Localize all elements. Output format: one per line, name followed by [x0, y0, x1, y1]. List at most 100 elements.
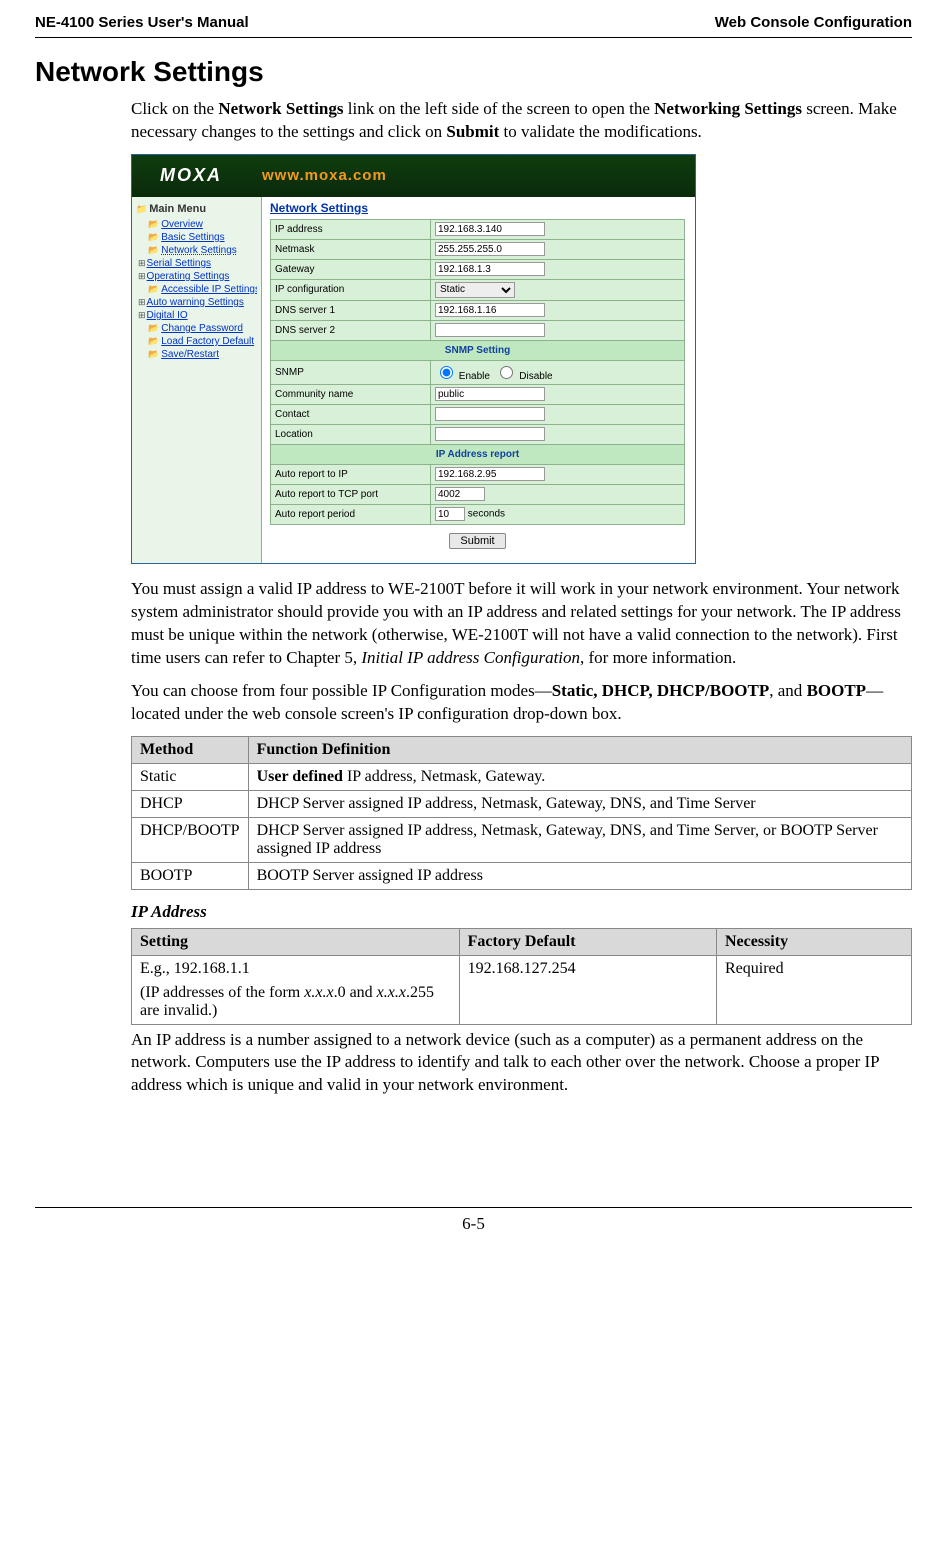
lbl-snmp: SNMP — [271, 360, 431, 384]
section-title: Network Settings — [35, 56, 912, 88]
th-function: Function Definition — [248, 736, 911, 763]
shot-form-table: IP address Netmask Gateway IP configurat… — [270, 219, 685, 525]
input-location[interactable] — [435, 427, 545, 441]
shot-panel-title: Network Settings — [270, 201, 685, 215]
text: (IP addresses of the form — [140, 984, 304, 1001]
th-method: Method — [132, 736, 249, 763]
nav-overview[interactable]: Overview — [136, 218, 257, 231]
text: You can choose from four possible IP Con… — [131, 681, 552, 700]
text: .0 and — [334, 984, 377, 1001]
ip-report-header: IP Address report — [271, 444, 685, 464]
input-contact[interactable] — [435, 407, 545, 421]
shot-main: Network Settings IP address Netmask Gate… — [262, 197, 695, 563]
nav-load-factory-default[interactable]: Load Factory Default — [136, 335, 257, 348]
header-rule — [35, 37, 912, 38]
ip-address-table: Setting Factory Default Necessity E.g., … — [131, 928, 912, 1025]
nav-accessible-ip[interactable]: Accessible IP Settings — [136, 283, 257, 296]
shot-sidebar: Main Menu Overview Basic Settings Networ… — [132, 197, 262, 563]
lbl-community: Community name — [271, 384, 431, 404]
text-bold: Submit — [446, 122, 499, 141]
moxa-logo: MOXA — [160, 165, 222, 186]
header-left: NE-4100 Series User's Manual — [35, 14, 249, 31]
input-auto-period[interactable] — [435, 507, 465, 521]
lbl-netmask: Netmask — [271, 239, 431, 259]
text: , for more information. — [580, 648, 736, 667]
td-method-bootp: BOOTP — [132, 862, 249, 889]
nav-digital-io[interactable]: Digital IO — [136, 309, 257, 322]
select-ip-config[interactable]: Static — [435, 282, 515, 298]
embedded-screenshot: MOXA www.moxa.com Main Menu Overview Bas… — [131, 154, 696, 564]
shot-header: MOXA www.moxa.com — [132, 155, 695, 197]
lbl-auto-ip: Auto report to IP — [271, 464, 431, 484]
snmp-header: SNMP Setting — [271, 340, 685, 360]
paragraph-ip-modes: You can choose from four possible IP Con… — [131, 680, 912, 726]
th-factory-default: Factory Default — [459, 928, 716, 955]
td-setting: E.g., 192.168.1.1 (IP addresses of the f… — [132, 955, 460, 1024]
intro-paragraph-1: Click on the Network Settings link on th… — [131, 98, 912, 144]
page-footer: 6-5 — [35, 1207, 912, 1234]
text-bold: Networking Settings — [654, 99, 802, 118]
main-menu-label: Main Menu — [136, 203, 257, 215]
input-community[interactable] — [435, 387, 545, 401]
nav-operating-settings[interactable]: Operating Settings — [136, 270, 257, 283]
td-factory-default: 192.168.127.254 — [459, 955, 716, 1024]
ip-address-heading: IP Address — [131, 902, 912, 922]
td-def-bootp: BOOTP Server assigned IP address — [248, 862, 911, 889]
nav-basic-settings[interactable]: Basic Settings — [136, 231, 257, 244]
paragraph-ip-explain: An IP address is a number assigned to a … — [131, 1029, 912, 1098]
lbl-location: Location — [271, 424, 431, 444]
text-bold: Static, DHCP, DHCP/BOOTP — [552, 681, 770, 700]
nav-auto-warning[interactable]: Auto warning Settings — [136, 296, 257, 309]
td-def-dhcpbootp: DHCP Server assigned IP address, Netmask… — [248, 817, 911, 862]
text-bold: User defined — [257, 768, 343, 785]
nav-save-restart[interactable]: Save/Restart — [136, 348, 257, 361]
lbl-gateway: Gateway — [271, 259, 431, 279]
input-gateway[interactable] — [435, 262, 545, 276]
th-necessity: Necessity — [716, 928, 911, 955]
input-auto-ip[interactable] — [435, 467, 545, 481]
nav-network-settings[interactable]: Network Settings — [136, 244, 257, 257]
setting-note: (IP addresses of the form x.x.x.0 and x.… — [140, 984, 451, 1020]
text: IP address, Netmask, Gateway. — [343, 768, 545, 785]
input-dns2[interactable] — [435, 323, 545, 337]
text: link on the left side of the screen to o… — [344, 99, 655, 118]
lbl-dns2: DNS server 2 — [271, 320, 431, 340]
input-netmask[interactable] — [435, 242, 545, 256]
text-italic: x.x.x — [304, 984, 333, 1001]
seconds-label: seconds — [468, 509, 505, 520]
lbl-dns1: DNS server 1 — [271, 300, 431, 320]
page-header: NE-4100 Series User's Manual Web Console… — [35, 0, 912, 37]
th-setting: Setting — [132, 928, 460, 955]
setting-example: E.g., 192.168.1.1 — [140, 960, 451, 978]
td-method-dhcp: DHCP — [132, 790, 249, 817]
td-necessity: Required — [716, 955, 911, 1024]
text-italic: x.x.x — [377, 984, 406, 1001]
methods-table: Method Function Definition Static User d… — [131, 736, 912, 890]
paragraph-ip-assign: You must assign a valid IP address to WE… — [131, 578, 912, 670]
radio-snmp-enable[interactable]: Enable — [435, 371, 490, 382]
submit-button[interactable]: Submit — [449, 533, 505, 549]
text-bold: Network Settings — [218, 99, 343, 118]
input-dns1[interactable] — [435, 303, 545, 317]
nav-serial-settings[interactable]: Serial Settings — [136, 257, 257, 270]
header-right: Web Console Configuration — [715, 14, 912, 31]
td-method-static: Static — [132, 763, 249, 790]
td-def-static: User defined IP address, Netmask, Gatewa… — [248, 763, 911, 790]
text: Click on the — [131, 99, 218, 118]
nav-change-password[interactable]: Change Password — [136, 322, 257, 335]
radio-snmp-disable[interactable]: Disable — [495, 371, 552, 382]
lbl-auto-period: Auto report period — [271, 504, 431, 524]
text-bold: BOOTP — [807, 681, 867, 700]
text: , and — [769, 681, 806, 700]
lbl-auto-port: Auto report to TCP port — [271, 484, 431, 504]
lbl-contact: Contact — [271, 404, 431, 424]
input-auto-port[interactable] — [435, 487, 485, 501]
moxa-url: www.moxa.com — [262, 167, 387, 184]
input-ip-address[interactable] — [435, 222, 545, 236]
td-method-dhcpbootp: DHCP/BOOTP — [132, 817, 249, 862]
lbl-ip-address: IP address — [271, 219, 431, 239]
text: to validate the modifications. — [499, 122, 702, 141]
lbl-ip-config: IP configuration — [271, 279, 431, 300]
text-italic: Initial IP address Configuration — [361, 648, 580, 667]
td-def-dhcp: DHCP Server assigned IP address, Netmask… — [248, 790, 911, 817]
